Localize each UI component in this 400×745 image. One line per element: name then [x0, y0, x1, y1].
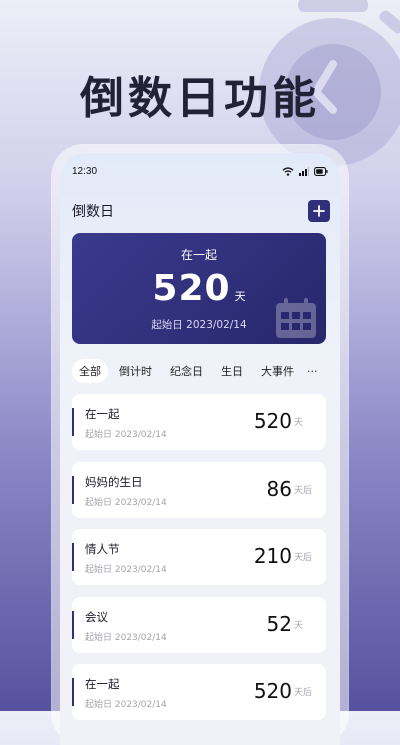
- event-days-unit: 天后: [294, 553, 313, 563]
- status-icons: [282, 166, 328, 176]
- accent-bar: [72, 408, 74, 436]
- list-item[interactable]: 在一起 起始日 2023/02/14 520 天: [72, 394, 326, 450]
- list-item[interactable]: 妈妈的生日 起始日 2023/02/14 86 天后: [72, 461, 326, 518]
- event-start-date: 起始日 2023/02/14: [85, 632, 167, 643]
- category-tabs: 全部 倒计时 纪念日 生日 大事件 ···: [72, 359, 336, 383]
- tab-anniversary[interactable]: 纪念日: [163, 359, 210, 383]
- plus-icon: [313, 205, 325, 217]
- event-name: 会议: [85, 609, 108, 624]
- tab-countdown[interactable]: 倒计时: [112, 359, 159, 383]
- accent-bar: [72, 610, 74, 639]
- event-days-unit: 天后: [294, 688, 313, 698]
- accent-bar: [72, 678, 74, 706]
- add-event-button[interactable]: [308, 200, 330, 222]
- more-tabs-button[interactable]: ···: [307, 365, 318, 378]
- event-start-date: 起始日 2023/02/14: [85, 430, 167, 440]
- list-item[interactable]: 在一起 起始日 2023/02/14 520 天后: [72, 664, 326, 720]
- app-header: 倒数日: [72, 197, 330, 225]
- event-days-unit: 天后: [294, 485, 313, 496]
- accent-bar: [72, 543, 74, 571]
- promo-title: 倒数日功能: [80, 73, 320, 124]
- event-name: 妈妈的生日: [85, 474, 143, 489]
- featured-days-unit: 天: [234, 290, 246, 303]
- event-name: 情人节: [85, 542, 120, 556]
- event-days: 520: [253, 679, 292, 703]
- list-item[interactable]: 情人节 起始日 2023/02/14 210 天后: [72, 529, 326, 585]
- status-time: 12:30: [72, 165, 98, 177]
- event-days: 52: [266, 611, 292, 636]
- app-screen: 12:30 倒数日 在一起 520 天 起始日 2023/02/14 全部 倒计…: [60, 153, 340, 745]
- list-item[interactable]: 会议 起始日 2023/02/14 52 天: [72, 596, 326, 653]
- tab-all[interactable]: 全部: [72, 359, 108, 383]
- event-days: 86: [266, 476, 292, 501]
- event-start-date: 起始日 2023/02/14: [85, 497, 167, 508]
- wifi-icon: [282, 166, 294, 176]
- event-list: 在一起 起始日 2023/02/14 520 天 妈妈的生日 起始日 2023/…: [72, 394, 326, 732]
- featured-countdown-card[interactable]: 在一起 520 天 起始日 2023/02/14: [72, 233, 326, 344]
- event-start-date: 起始日 2023/02/14: [85, 700, 167, 710]
- page-title: 倒数日: [72, 204, 114, 220]
- featured-days-number: 520: [152, 268, 231, 309]
- featured-event-name: 在一起: [180, 248, 217, 262]
- signal-icon: [299, 166, 309, 176]
- event-days-unit: 天: [294, 418, 304, 428]
- status-bar: 12:30: [72, 163, 328, 179]
- event-name: 在一起: [85, 407, 120, 421]
- tab-major-events[interactable]: 大事件: [254, 359, 301, 383]
- event-start-date: 起始日 2023/02/14: [85, 565, 167, 575]
- calendar-icon: [276, 298, 316, 338]
- event-days-unit: 天: [294, 620, 304, 631]
- battery-icon: [314, 166, 328, 176]
- tab-birthday[interactable]: 生日: [214, 359, 250, 383]
- phone-frame: 12:30 倒数日 在一起 520 天 起始日 2023/02/14 全部 倒计…: [52, 145, 348, 745]
- event-days: 520: [253, 409, 292, 433]
- event-days: 210: [253, 544, 292, 568]
- accent-bar: [72, 475, 74, 504]
- event-name: 在一起: [85, 677, 120, 691]
